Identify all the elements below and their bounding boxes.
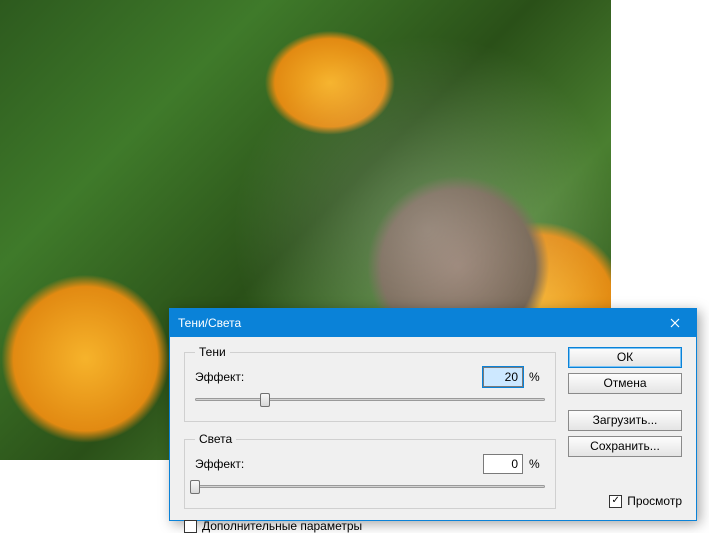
highlights-slider[interactable] xyxy=(195,480,545,494)
shadows-effect-label: Эффект: xyxy=(195,370,255,384)
titlebar[interactable]: Тени/Света xyxy=(170,309,696,337)
highlights-effect-input[interactable] xyxy=(483,454,523,474)
dialog-title: Тени/Света xyxy=(178,316,241,330)
close-icon xyxy=(670,318,680,328)
shadows-effect-input[interactable] xyxy=(483,367,523,387)
preview-row[interactable]: Просмотр xyxy=(609,494,682,508)
close-button[interactable] xyxy=(654,309,696,337)
controls-column: Тени Эффект: % Света Эффект: xyxy=(184,345,556,533)
slider-track xyxy=(195,485,545,488)
highlights-group: Света Эффект: % xyxy=(184,432,556,509)
preview-checkbox[interactable] xyxy=(609,495,622,508)
preview-label: Просмотр xyxy=(627,494,682,508)
buttons-column: ОК Отмена Загрузить... Сохранить... xyxy=(568,347,682,457)
highlights-effect-label: Эффект: xyxy=(195,457,255,471)
shadows-group: Тени Эффект: % xyxy=(184,345,556,422)
dialog-body: Тени Эффект: % Света Эффект: xyxy=(170,337,696,520)
shadows-legend: Тени xyxy=(195,345,230,359)
highlights-legend: Света xyxy=(195,432,236,446)
extra-params-label: Дополнительные параметры xyxy=(202,519,362,533)
extra-params-checkbox[interactable] xyxy=(184,520,197,533)
slider-track xyxy=(195,398,545,401)
ok-button[interactable]: ОК xyxy=(568,347,682,368)
extra-params-row[interactable]: Дополнительные параметры xyxy=(184,519,556,533)
slider-thumb[interactable] xyxy=(260,393,270,407)
save-button[interactable]: Сохранить... xyxy=(568,436,682,457)
slider-thumb[interactable] xyxy=(190,480,200,494)
load-button[interactable]: Загрузить... xyxy=(568,410,682,431)
shadows-highlights-dialog: Тени/Света Тени Эффект: % xyxy=(169,308,697,521)
shadows-slider[interactable] xyxy=(195,393,545,407)
shadows-effect-row: Эффект: % xyxy=(195,367,545,387)
highlights-effect-row: Эффект: % xyxy=(195,454,545,474)
percent-label: % xyxy=(529,370,545,384)
cancel-button[interactable]: Отмена xyxy=(568,373,682,394)
percent-label: % xyxy=(529,457,545,471)
